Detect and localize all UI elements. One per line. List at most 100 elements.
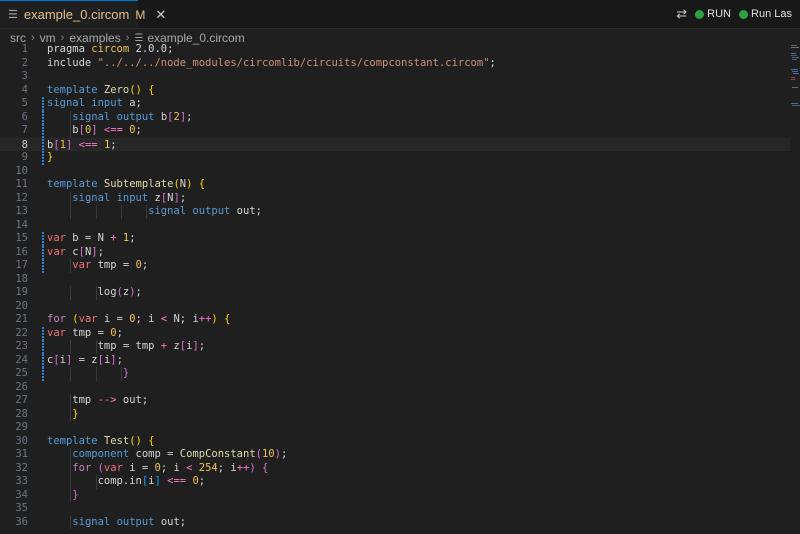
code-line[interactable]: 31 component comp = CompConstant(10); [0, 448, 790, 462]
code-line[interactable]: 35 [0, 502, 790, 516]
close-icon[interactable]: ✕ [155, 7, 166, 23]
line-number: 16 [15, 245, 28, 258]
modified-line-marker[interactable] [42, 353, 44, 367]
code-text: b[1] <== 1; [47, 138, 117, 151]
code-line[interactable]: 6 signal output b[2]; [0, 110, 790, 124]
code-line[interactable]: 29 [0, 421, 790, 435]
code-line[interactable]: 25 } [0, 367, 790, 381]
line-number: 1 [21, 43, 28, 55]
code-line[interactable]: 4 template Zero() { [0, 84, 790, 98]
code-line[interactable]: 22 var tmp = 0; [0, 326, 790, 340]
code-line[interactable]: 10 [0, 165, 790, 179]
code-editor[interactable]: 1 pragma circom 2.0.0; 2 include "../../../… [0, 43, 800, 534]
modified-line-marker[interactable] [42, 232, 44, 246]
line-number: 35 [15, 502, 28, 514]
compare-changes-icon[interactable]: ⇄ [676, 6, 687, 22]
code-line[interactable]: 13 signal output out; [0, 205, 790, 219]
tab-bar: ☰ example_0.circom M ✕ ⇄ RUN Run Las [0, 0, 800, 29]
code-line[interactable]: 27 tmp --> out; [0, 394, 790, 408]
code-line[interactable]: 7 b[0] <== 0; [0, 124, 790, 138]
code-text: } [72, 407, 79, 420]
code-line[interactable]: 21 for (var i = 0; i < N; i++) { [0, 313, 790, 327]
code-line[interactable]: 11 template Subtemplate(N) { [0, 178, 790, 192]
code-text: signal input z[N]; [72, 191, 187, 204]
line-number: 12 [15, 191, 28, 204]
code-text: tmp --> out; [47, 394, 149, 406]
code-line[interactable]: 16 var c[N]; [0, 245, 790, 259]
line-number: 4 [21, 83, 28, 96]
line-number: 7 [21, 124, 28, 136]
code-line[interactable]: 8 b[1] <== 1; [0, 137, 790, 152]
code-text: comp.in[i] <== 0; [47, 475, 206, 487]
line-number: 32 [15, 461, 28, 474]
line-number: 13 [15, 205, 28, 217]
code-line[interactable]: 33 comp.in[i] <== 0; [0, 475, 790, 489]
line-number: 26 [15, 380, 28, 393]
minimap[interactable] [790, 43, 800, 153]
code-line[interactable]: 12 signal input z[N]; [0, 191, 790, 205]
modified-line-marker[interactable] [42, 124, 44, 138]
code-line[interactable]: 5 signal input a; [0, 97, 790, 111]
code-text: } [47, 151, 54, 163]
code-text: template Subtemplate(N) { [47, 178, 206, 190]
run-button[interactable]: RUN [695, 8, 731, 20]
line-number: 22 [15, 326, 28, 339]
modified-line-marker[interactable] [42, 340, 44, 354]
line-number: 34 [15, 488, 28, 501]
code-line[interactable]: 15 var b = N + 1; [0, 232, 790, 246]
file-lines-icon: ☰ [8, 9, 18, 21]
line-number: 19 [15, 286, 28, 298]
tab-example-0[interactable]: ☰ example_0.circom M ✕ [0, 0, 166, 28]
code-text: for (var i = 0; i < N; i++) { [47, 313, 231, 325]
code-text: signal output out; [72, 515, 187, 528]
code-line[interactable]: 14 [0, 219, 790, 233]
modified-line-marker[interactable] [42, 367, 44, 381]
code-line[interactable]: 2 include "../../../node_modules/circomli… [0, 57, 790, 71]
modified-line-marker[interactable] [42, 138, 44, 152]
code-text: b[0] <== 0; [47, 124, 142, 136]
code-line[interactable]: 19 log(z); [0, 286, 790, 300]
code-line[interactable]: 32 for (var i = 0; i < 254; i++) { [0, 461, 790, 475]
code-line[interactable]: 23 tmp = tmp + z[i]; [0, 340, 790, 354]
code-line[interactable]: 3 [0, 70, 790, 84]
line-number: 25 [15, 367, 28, 379]
code-line[interactable]: 30 template Test() { [0, 435, 790, 449]
run-last-button[interactable]: Run Las [739, 8, 792, 20]
modified-line-marker[interactable] [42, 97, 44, 111]
code-line[interactable]: 17 var tmp = 0; [0, 259, 790, 273]
line-number: 6 [21, 110, 28, 123]
line-number: 11 [15, 178, 28, 190]
modified-line-marker[interactable] [42, 245, 44, 259]
line-number: 2 [21, 56, 28, 69]
line-number: 30 [15, 434, 28, 447]
line-number: 24 [15, 353, 28, 366]
code-line[interactable]: 34 } [0, 488, 790, 502]
code-line[interactable]: 20 [0, 300, 790, 314]
line-number: 31 [15, 448, 28, 460]
code-line[interactable]: 18 [0, 273, 790, 287]
line-number: 10 [15, 164, 28, 177]
line-number: 27 [15, 394, 28, 406]
modified-line-marker[interactable] [42, 110, 44, 124]
modified-line-marker[interactable] [42, 151, 44, 165]
code-text: component comp = CompConstant(10); [72, 448, 288, 460]
run-last-icon [739, 9, 749, 19]
modified-line-marker[interactable] [42, 326, 44, 340]
run-icon [695, 9, 705, 19]
line-number: 3 [21, 70, 28, 82]
code-line[interactable]: 24 c[i] = z[i]; [0, 353, 790, 367]
file-lines-icon: ☰ [134, 32, 144, 44]
code-line[interactable]: 26 [0, 381, 790, 395]
line-number: 14 [15, 218, 28, 231]
line-number: 21 [15, 313, 28, 325]
code-line[interactable]: 1 pragma circom 2.0.0; [0, 43, 790, 57]
line-number: 8 [21, 138, 28, 151]
code-text: include "../../../node_modules/circomlib… [47, 56, 496, 69]
modified-badge: M [135, 7, 146, 22]
run-label: RUN [707, 8, 732, 20]
code-line[interactable]: 28 } [0, 407, 790, 421]
code-line[interactable]: 36 signal output out; [0, 515, 790, 529]
line-number: 20 [15, 299, 28, 312]
code-line[interactable]: 9} [0, 151, 790, 165]
modified-line-marker[interactable] [42, 259, 44, 273]
